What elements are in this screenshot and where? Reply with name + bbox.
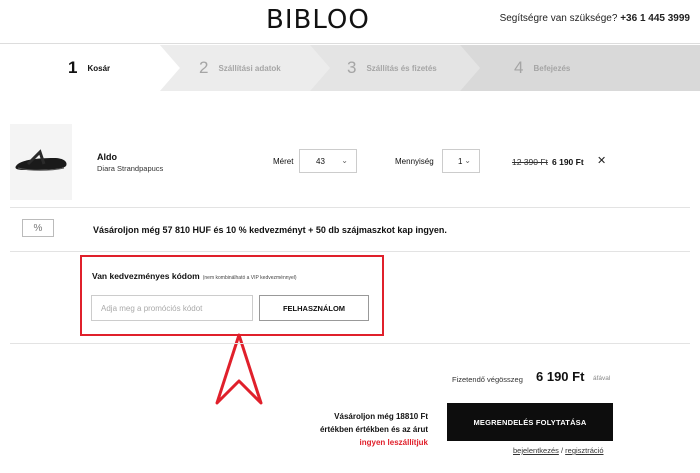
step-shipping-data[interactable]: 2 Szállítási adatok <box>199 45 281 91</box>
step-number: 1 <box>68 58 78 77</box>
checkout-steps: 1 Kosár 2 Szállítási adatok 3 Szállítás … <box>0 45 700 91</box>
quantity-value: 1 <box>458 156 463 166</box>
shipping-line: Vásároljon még 18810 Ft <box>334 412 428 421</box>
chevron-down-icon: ⌄ <box>464 156 471 165</box>
old-price: 12 390 Ft <box>512 157 548 167</box>
auth-links: bejelentkezés / regisztráció <box>513 446 604 455</box>
total-label: Fizetendő végösszeg <box>452 375 523 384</box>
help-phone[interactable]: +36 1 445 3999 <box>620 13 690 24</box>
product-image[interactable] <box>10 124 72 200</box>
coupon-note: (nem kombinálható a VIP kedvezménnyel) <box>202 275 297 281</box>
step-label: Szállítási adatok <box>218 63 281 73</box>
step-shipping-payment[interactable]: 3 Szállítás és fizetés <box>347 45 437 91</box>
size-value: 43 <box>316 156 325 166</box>
site-header: BIBLOO Segítségre van szüksége? +36 1 44… <box>0 0 700 44</box>
vat-note: áfával <box>593 375 611 382</box>
coupon-title-text: Van kedvezményes kódom <box>92 271 200 281</box>
chevron-down-icon: ⌄ <box>341 156 348 165</box>
remove-item-icon[interactable]: ✕ <box>597 154 606 167</box>
promo-message: Vásároljon még 57 810 HUF és 10 % kedvez… <box>93 225 447 235</box>
coupon-title: Van kedvezményes kódom (nem kombinálható … <box>92 271 297 281</box>
shipping-line: értékben értékben és az árut <box>319 425 428 434</box>
step-number: 3 <box>347 58 357 77</box>
total-value: 6 190 Ft <box>536 369 585 384</box>
step-label: Szállítás és fizetés <box>366 63 437 73</box>
quantity-select[interactable]: 1 ⌄ <box>442 149 480 173</box>
size-label: Méret <box>273 157 294 166</box>
step-finish[interactable]: 4 Befejezés <box>514 45 570 91</box>
flip-flop-sandal-icon <box>15 149 67 171</box>
divider <box>10 251 690 252</box>
step-label: Befejezés <box>533 63 571 73</box>
login-link[interactable]: bejelentkezés <box>513 446 559 455</box>
divider <box>10 343 690 344</box>
shipping-line-highlight: ingyen leszállítjuk <box>359 438 428 447</box>
continue-order-button[interactable]: MEGRENDELÉS FOLYTATÁSA <box>447 403 613 441</box>
coupon-code-input[interactable] <box>91 295 253 321</box>
link-separator: / <box>560 446 564 455</box>
product-description: Diara Strandpapucs <box>97 164 164 173</box>
help-contact: Segítségre van szüksége? +36 1 445 3999 <box>500 13 690 24</box>
arrow-up-icon <box>215 333 263 405</box>
logo[interactable]: BIBLOO <box>266 5 370 35</box>
apply-coupon-button[interactable]: FELHASZNÁLOM <box>259 295 369 321</box>
size-select[interactable]: 43 ⌄ <box>299 149 357 173</box>
product-brand[interactable]: Aldo <box>97 152 117 162</box>
divider <box>10 207 690 208</box>
step-label: Kosár <box>87 63 111 73</box>
percent-icon: % <box>22 219 54 237</box>
help-text: Segítségre van szüksége? <box>499 13 618 24</box>
step-cart[interactable]: 1 Kosár <box>68 45 110 91</box>
step-number: 2 <box>199 58 209 77</box>
step-number: 4 <box>514 58 524 77</box>
free-shipping-note: Vásároljon még 18810 Ft értékben értékbe… <box>286 410 428 449</box>
register-link[interactable]: regisztráció <box>565 446 603 455</box>
quantity-label: Mennyiség <box>395 157 434 166</box>
new-price: 6 190 Ft <box>552 157 584 167</box>
